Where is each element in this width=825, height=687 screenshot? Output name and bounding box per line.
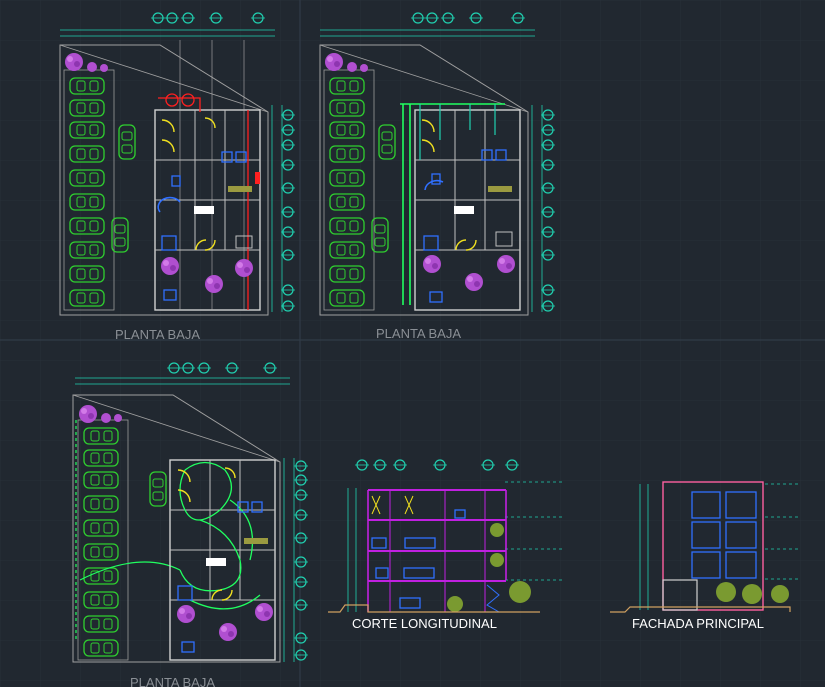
cad-drawing-canvas[interactable]: PLANTA BAJA PLANTA BAJA PLANTA BAJA CORT… xyxy=(0,0,825,687)
facade-title: FACHADA PRINCIPAL xyxy=(632,616,764,631)
plan-title-3: PLANTA BAJA xyxy=(130,675,215,687)
plan-title-1: PLANTA BAJA xyxy=(115,327,200,342)
plan-title-2: PLANTA BAJA xyxy=(376,326,461,341)
section-title: CORTE LONGITUDINAL xyxy=(352,616,497,631)
